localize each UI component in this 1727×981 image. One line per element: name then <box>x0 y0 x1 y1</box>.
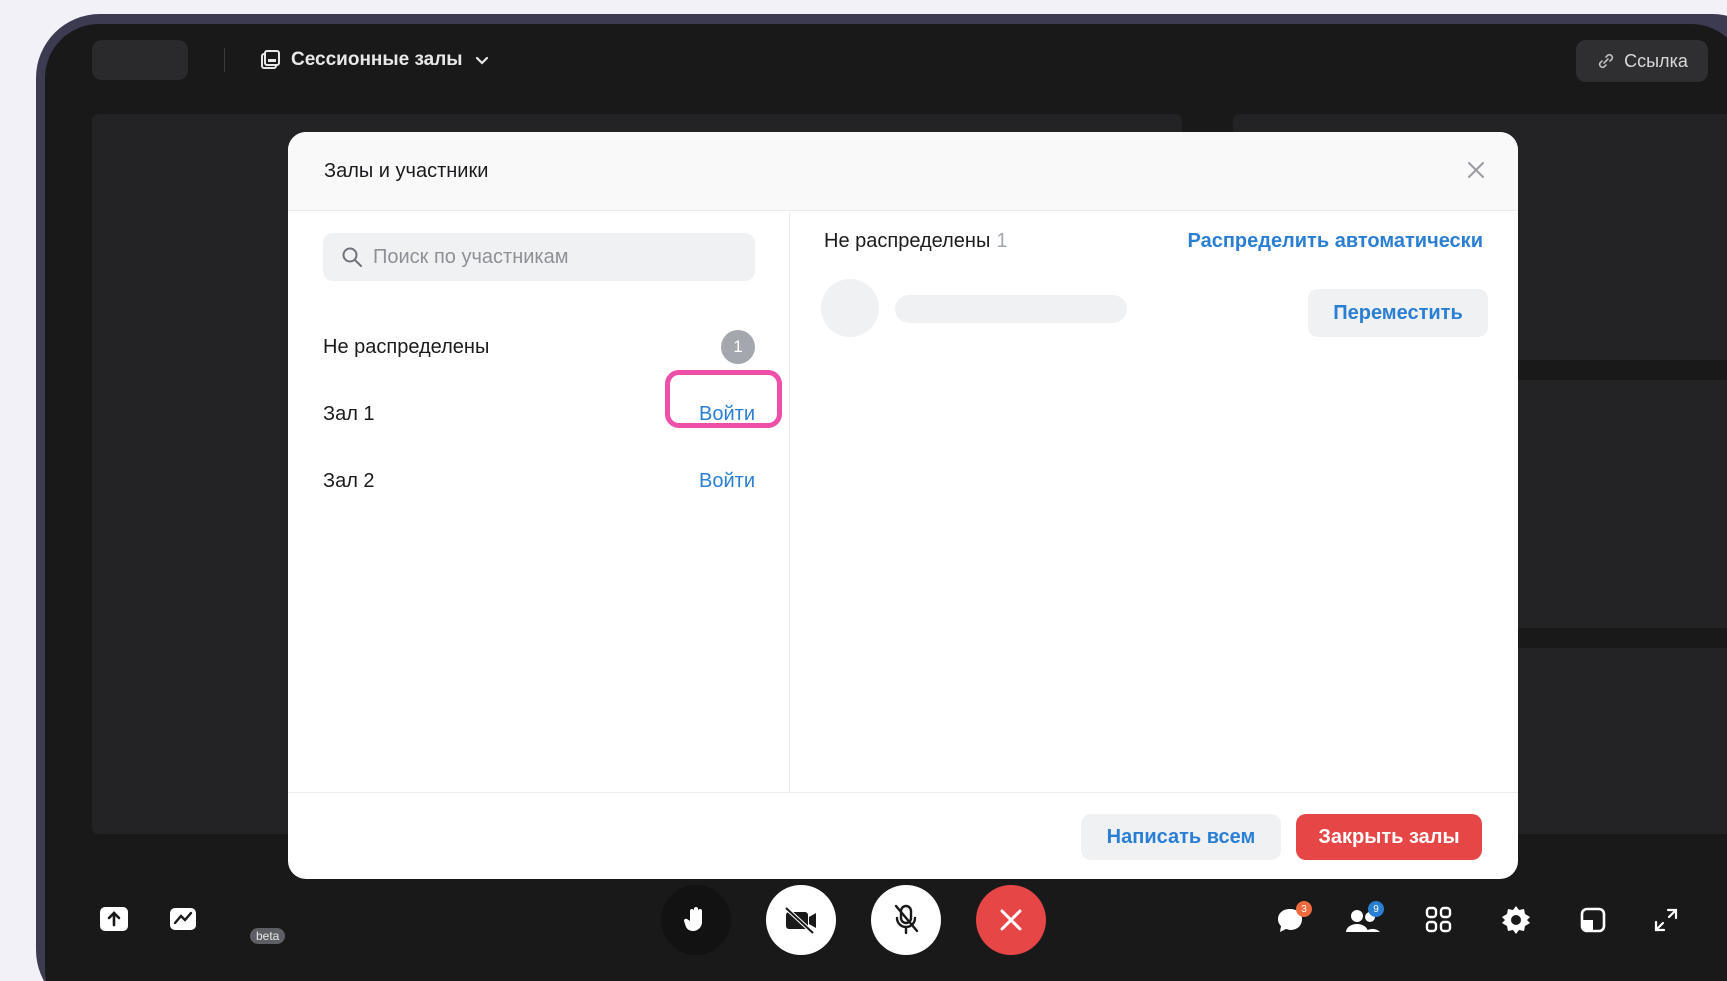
chat-badge: 3 <box>1296 901 1312 917</box>
copy-link-label: Ссылка <box>1624 50 1688 71</box>
dialog-title: Залы и участники <box>324 160 489 182</box>
camera-off-icon <box>784 906 816 934</box>
room-label: Не распределены <box>323 335 490 358</box>
fullscreen-icon <box>1654 908 1678 932</box>
grid-layout-button[interactable] <box>1421 902 1457 938</box>
gear-icon <box>1502 906 1530 934</box>
search-icon <box>342 247 362 267</box>
participant-search-input[interactable] <box>373 245 733 269</box>
enter-room-2-button[interactable]: Войти <box>699 470 755 493</box>
close-icon <box>1468 162 1484 178</box>
participant-search[interactable] <box>323 233 755 281</box>
mic-off-icon <box>894 904 919 935</box>
unassigned-count: 1 <box>996 230 1008 252</box>
session-rooms-switch[interactable]: Сессионные залы <box>259 43 491 77</box>
link-icon <box>1599 53 1614 69</box>
session-rooms-label: Сессионные залы <box>291 49 463 70</box>
whiteboard-button[interactable] <box>167 901 203 937</box>
unassigned-title: Не распределены 1 <box>824 230 1007 253</box>
layout-icon <box>261 50 280 69</box>
share-screen-icon <box>100 907 128 931</box>
room-row-2[interactable]: Зал 2 Войти <box>323 461 755 501</box>
raise-hand-button[interactable] <box>661 885 731 955</box>
move-participant-button[interactable]: Переместить <box>1308 289 1488 337</box>
auto-distribute-link[interactable]: Распределить автоматически <box>1188 230 1484 253</box>
unassigned-title-label: Не распределены <box>824 230 991 252</box>
hand-icon <box>683 907 702 932</box>
dialog-footer: Написать всем Закрыть залы <box>288 792 1518 879</box>
whiteboard-icon <box>170 908 196 930</box>
message-all-button[interactable]: Написать всем <box>1081 814 1281 860</box>
room-label: Зал 1 <box>323 402 375 425</box>
copy-link-button[interactable]: Ссылка <box>1576 40 1708 82</box>
logo-placeholder <box>92 40 188 80</box>
share-screen-button[interactable] <box>96 901 132 937</box>
room-row-unassigned[interactable]: Не распределены 1 <box>323 327 755 367</box>
fullscreen-button[interactable] <box>1648 902 1684 938</box>
close-rooms-button[interactable]: Закрыть залы <box>1296 814 1482 860</box>
grid-icon <box>1425 906 1452 933</box>
unassigned-panel: Не распределены 1 Распределить автоматиче… <box>791 212 1518 792</box>
dialog-close-button[interactable] <box>1464 158 1488 182</box>
camera-toggle-button[interactable] <box>766 885 836 955</box>
end-call-icon <box>1000 909 1022 931</box>
end-call-button[interactable] <box>976 885 1046 955</box>
dialog-header: Залы и участники <box>288 132 1518 211</box>
participants-badge: 9 <box>1368 901 1384 917</box>
picture-in-picture-button[interactable] <box>1575 902 1611 938</box>
pip-icon <box>1580 907 1606 933</box>
settings-button[interactable] <box>1498 902 1534 938</box>
beta-badge: beta <box>250 928 286 944</box>
unassigned-count-badge: 1 <box>721 330 755 364</box>
microphone-toggle-button[interactable] <box>871 885 941 955</box>
rooms-panel: Не распределены 1 Зал 1 Войти Зал 2 Войт… <box>288 212 790 792</box>
chevron-down-icon <box>475 56 488 65</box>
avatar <box>821 279 879 337</box>
top-divider <box>224 48 225 72</box>
room-label: Зал 2 <box>323 469 375 492</box>
participant-name-placeholder <box>895 295 1127 323</box>
highlight-frame <box>665 370 782 428</box>
rooms-participants-dialog: Залы и участники Не распределены 1 Зал 1… <box>288 132 1518 879</box>
